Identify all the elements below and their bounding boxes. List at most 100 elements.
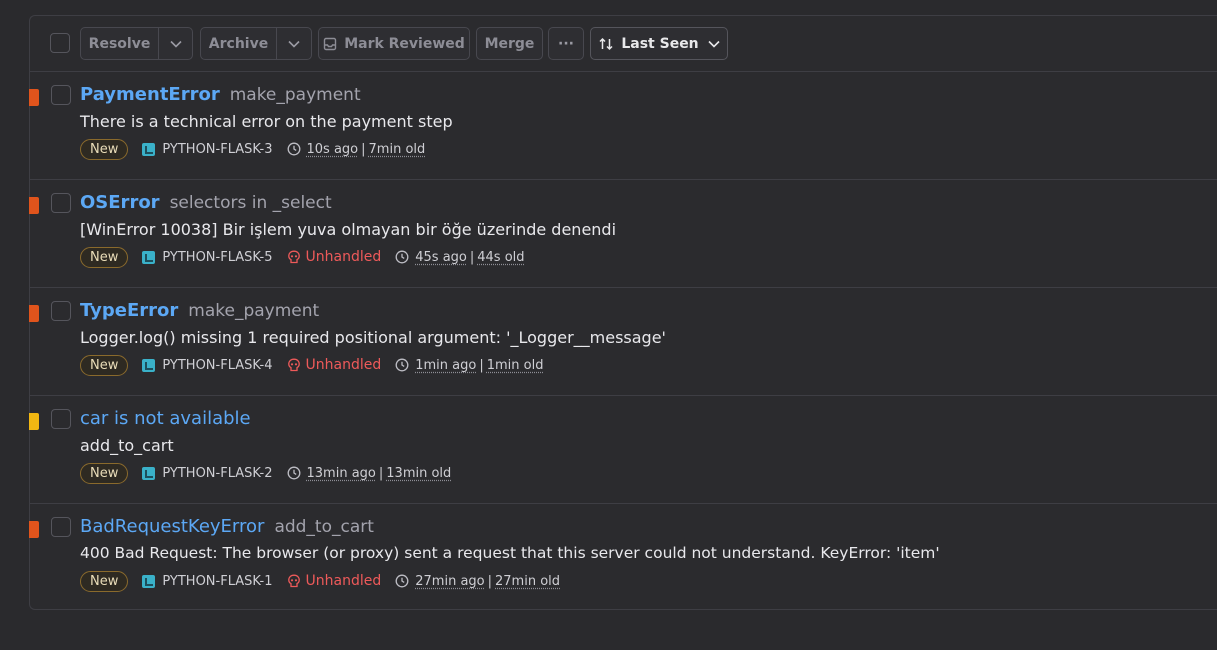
- time-info: 27min ago | 27min old: [395, 574, 560, 589]
- issue-meta: New PYTHON-FLASK-5 Unhandled 45s ago | 44s…: [80, 244, 525, 270]
- last-seen[interactable]: 13min ago: [307, 466, 376, 481]
- status-badge: New: [80, 462, 129, 484]
- resolve-dropdown-button[interactable]: [158, 27, 193, 60]
- resolve-button[interactable]: Resolve: [80, 27, 159, 60]
- level-indicator-error: [29, 197, 39, 214]
- more-actions-button[interactable]: ···: [548, 27, 584, 60]
- issue-meta: New PYTHON-FLASK-3 10s ago | 7min old: [80, 136, 425, 162]
- clock-icon: [395, 250, 409, 264]
- issue-message: [WinError 10038] Bir işlem yuva olmayan …: [80, 220, 617, 239]
- first-seen-age[interactable]: 1min old: [487, 358, 544, 373]
- chevron-down-icon: [708, 40, 720, 48]
- sort-dropdown-button[interactable]: Last Seen: [590, 27, 728, 60]
- issue-type[interactable]: BadRequestKeyError: [80, 516, 264, 537]
- issue-meta: New PYTHON-FLASK-2 13min ago | 13min old: [80, 460, 451, 486]
- issue-culprit: make_payment: [188, 301, 320, 321]
- issue-message: Logger.log() missing 1 required position…: [80, 328, 666, 347]
- issue-type[interactable]: PaymentError: [80, 84, 220, 105]
- sort-icon: [599, 37, 613, 50]
- issue-type[interactable]: TypeError: [80, 300, 178, 321]
- clock-icon: [395, 574, 409, 588]
- status-badge: New: [80, 138, 129, 160]
- issue-row[interactable]: TypeError make_payment Logger.log() missi…: [29, 288, 1217, 396]
- last-seen[interactable]: 45s ago: [415, 250, 467, 265]
- archive-button[interactable]: Archive: [200, 27, 277, 60]
- issue-list-panel: Resolve Archive Mark Reviewed Merge ··· …: [29, 15, 1217, 610]
- bulk-actions-toolbar: Resolve Archive Mark Reviewed Merge ··· …: [30, 16, 1217, 72]
- select-all-checkbox[interactable]: [50, 33, 70, 53]
- first-seen-age[interactable]: 44s old: [477, 250, 524, 265]
- first-seen-age[interactable]: 13min old: [386, 466, 451, 481]
- project-badge[interactable]: PYTHON-FLASK-4: [142, 357, 273, 373]
- project-shortid: PYTHON-FLASK-3: [162, 141, 273, 157]
- time-info: 10s ago | 7min old: [287, 142, 426, 157]
- issue-title[interactable]: TypeError make_payment: [80, 300, 319, 321]
- sort-label: Last Seen: [621, 35, 699, 52]
- unhandled-tag: Unhandled: [287, 573, 382, 589]
- issue-title[interactable]: car is not available: [80, 408, 251, 429]
- issue-checkbox[interactable]: [51, 85, 71, 105]
- unhandled-label: Unhandled: [305, 573, 382, 589]
- mark-reviewed-button[interactable]: Mark Reviewed: [318, 27, 470, 60]
- skull-icon: [287, 574, 300, 588]
- project-badge[interactable]: PYTHON-FLASK-2: [142, 465, 273, 481]
- clock-icon: [395, 358, 409, 372]
- issue-meta: New PYTHON-FLASK-4 Unhandled 1min ago | 1m…: [80, 352, 543, 378]
- project-badge[interactable]: PYTHON-FLASK-1: [142, 573, 273, 589]
- issue-row[interactable]: OSError selectors in _select [WinError 10…: [29, 180, 1217, 288]
- project-shortid: PYTHON-FLASK-1: [162, 573, 273, 589]
- project-badge[interactable]: PYTHON-FLASK-5: [142, 249, 273, 265]
- issue-title[interactable]: PaymentError make_payment: [80, 84, 361, 105]
- archive-dropdown-button[interactable]: [276, 27, 312, 60]
- issue-checkbox[interactable]: [51, 193, 71, 213]
- flask-icon: [142, 574, 156, 588]
- chevron-down-icon: [169, 40, 182, 48]
- time-info: 1min ago | 1min old: [395, 358, 543, 373]
- issue-meta: New PYTHON-FLASK-1 Unhandled 27min ago | 2…: [80, 568, 560, 594]
- project-shortid: PYTHON-FLASK-4: [162, 357, 273, 373]
- level-indicator-warning: [29, 413, 39, 430]
- issue-row[interactable]: BadRequestKeyError add_to_cart 400 Bad Re…: [29, 504, 1217, 612]
- issue-title[interactable]: BadRequestKeyError add_to_cart: [80, 516, 374, 537]
- issue-message: add_to_cart: [80, 436, 174, 455]
- project-badge[interactable]: PYTHON-FLASK-3: [142, 141, 273, 157]
- last-seen[interactable]: 1min ago: [415, 358, 476, 373]
- flask-icon: [142, 250, 156, 264]
- unhandled-label: Unhandled: [305, 249, 382, 265]
- project-shortid: PYTHON-FLASK-5: [162, 249, 273, 265]
- flask-icon: [142, 142, 156, 156]
- mark-reviewed-label: Mark Reviewed: [344, 35, 465, 52]
- issue-checkbox[interactable]: [51, 301, 71, 321]
- first-seen-age[interactable]: 7min old: [369, 142, 426, 157]
- time-info: 45s ago | 44s old: [395, 250, 525, 265]
- level-indicator-error: [29, 521, 39, 538]
- issue-title[interactable]: OSError selectors in _select: [80, 192, 332, 213]
- last-seen[interactable]: 10s ago: [307, 142, 359, 157]
- issue-culprit: add_to_cart: [274, 517, 374, 537]
- status-badge: New: [80, 354, 129, 376]
- level-indicator-error: [29, 89, 39, 106]
- merge-button[interactable]: Merge: [476, 27, 543, 60]
- chevron-down-icon: [288, 40, 300, 48]
- clock-icon: [287, 142, 300, 156]
- issue-type[interactable]: OSError: [80, 192, 160, 213]
- unhandled-tag: Unhandled: [287, 357, 382, 373]
- first-seen-age[interactable]: 27min old: [495, 574, 560, 589]
- unhandled-tag: Unhandled: [287, 249, 382, 265]
- project-shortid: PYTHON-FLASK-2: [162, 465, 273, 481]
- flask-icon: [142, 466, 156, 480]
- issue-row[interactable]: car is not available add_to_cart New PYT…: [29, 396, 1217, 504]
- status-badge: New: [80, 246, 129, 268]
- unhandled-label: Unhandled: [305, 357, 382, 373]
- issue-checkbox[interactable]: [51, 409, 71, 429]
- issue-row[interactable]: PaymentError make_payment There is a tech…: [29, 72, 1217, 180]
- time-info: 13min ago | 13min old: [287, 466, 451, 481]
- last-seen[interactable]: 27min ago: [415, 574, 484, 589]
- issue-culprit: make_payment: [229, 85, 361, 105]
- issue-message: 400 Bad Request: The browser (or proxy) …: [80, 544, 940, 562]
- status-badge: New: [80, 570, 129, 592]
- issue-type[interactable]: car is not available: [80, 408, 251, 429]
- skull-icon: [287, 358, 300, 372]
- issue-checkbox[interactable]: [51, 517, 71, 537]
- inbox-icon: [323, 37, 337, 50]
